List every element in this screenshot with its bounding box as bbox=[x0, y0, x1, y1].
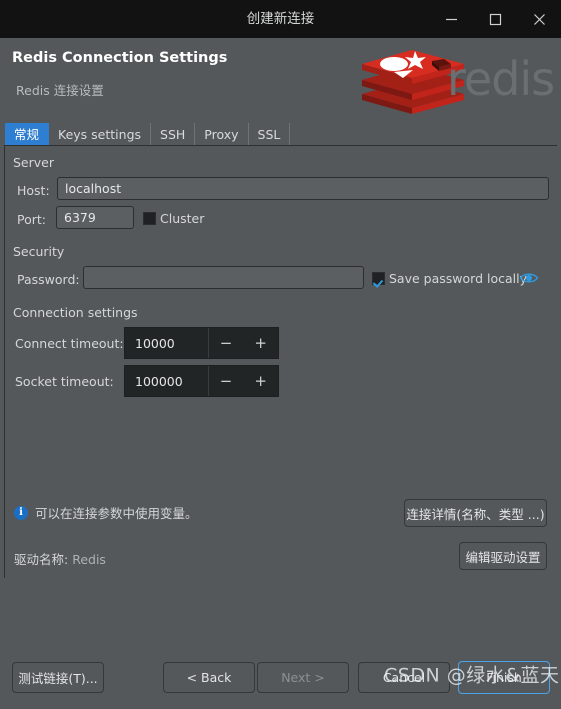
connect-timeout-spinner[interactable]: 10000 − + bbox=[124, 327, 279, 359]
port-input[interactable]: 6379 bbox=[56, 206, 134, 229]
driver-name-row: 驱动名称: Redis bbox=[14, 549, 106, 568]
connect-timeout-value[interactable]: 10000 bbox=[125, 336, 208, 351]
tab-bar: 常规 Keys settings SSH Proxy SSL bbox=[5, 122, 291, 146]
socket-timeout-spinner[interactable]: 100000 − + bbox=[124, 365, 279, 397]
connection-details-button[interactable]: 连接详情(名称、类型 ...) bbox=[404, 499, 547, 527]
driver-name-label: 驱动名称: bbox=[14, 552, 69, 567]
test-connection-button[interactable]: 测试链接(T)... bbox=[12, 662, 104, 693]
connect-timeout-decrement-button[interactable]: − bbox=[209, 328, 244, 358]
show-password-eye-icon[interactable] bbox=[519, 270, 539, 284]
cancel-button[interactable]: Cancel bbox=[358, 662, 450, 693]
cluster-checkbox[interactable] bbox=[143, 212, 156, 225]
create-connection-dialog: 创建新连接 Redis Connection Settings Redis 连接… bbox=[0, 0, 561, 709]
maximize-icon[interactable] bbox=[473, 0, 517, 38]
password-label: Password: bbox=[17, 272, 80, 287]
socket-timeout-decrement-button[interactable]: − bbox=[209, 366, 244, 396]
save-password-label: Save password locally bbox=[389, 271, 527, 286]
minimize-icon[interactable] bbox=[429, 0, 473, 38]
tab-general[interactable]: 常规 bbox=[5, 123, 50, 146]
title-bar: 创建新连接 bbox=[0, 0, 561, 38]
dialog-header: Redis Connection Settings Redis 连接设置 red… bbox=[0, 38, 561, 118]
info-icon: i bbox=[14, 505, 28, 520]
edit-driver-settings-button[interactable]: 编辑驱动设置 bbox=[459, 542, 547, 570]
driver-name-value: Redis bbox=[72, 552, 106, 567]
host-label: Host: bbox=[17, 183, 50, 198]
variables-hint: i 可以在连接参数中使用变量。 bbox=[14, 503, 198, 522]
save-password-checkbox-row[interactable]: Save password locally bbox=[372, 271, 527, 286]
variables-hint-text: 可以在连接参数中使用变量。 bbox=[35, 506, 198, 521]
group-label-server: Server bbox=[13, 155, 54, 170]
password-input[interactable] bbox=[83, 266, 364, 289]
next-button: Next > bbox=[257, 662, 349, 693]
group-label-security: Security bbox=[13, 244, 65, 259]
connect-timeout-label: Connect timeout: bbox=[15, 336, 124, 351]
socket-timeout-value[interactable]: 100000 bbox=[125, 374, 208, 389]
window-controls bbox=[429, 0, 561, 38]
tab-ssh[interactable]: SSH bbox=[151, 123, 196, 146]
page-subtitle: Redis 连接设置 bbox=[16, 83, 104, 98]
cluster-label: Cluster bbox=[160, 211, 205, 226]
close-icon[interactable] bbox=[517, 0, 561, 38]
host-input[interactable]: localhost bbox=[57, 177, 549, 200]
socket-timeout-label: Socket timeout: bbox=[15, 374, 114, 389]
connect-timeout-increment-button[interactable]: + bbox=[243, 328, 278, 358]
group-label-connection-settings: Connection settings bbox=[13, 305, 138, 320]
cluster-checkbox-row[interactable]: Cluster bbox=[143, 211, 204, 226]
finish-button[interactable]: Finish bbox=[458, 661, 550, 694]
redis-wordmark: redis bbox=[447, 52, 555, 106]
port-label: Port: bbox=[17, 212, 46, 227]
tab-ssl[interactable]: SSL bbox=[248, 123, 291, 146]
socket-timeout-increment-button[interactable]: + bbox=[243, 366, 278, 396]
tab-keys-settings[interactable]: Keys settings bbox=[49, 123, 152, 146]
tab-proxy[interactable]: Proxy bbox=[195, 123, 249, 146]
save-password-checkbox[interactable] bbox=[372, 272, 385, 285]
page-title: Redis Connection Settings bbox=[12, 50, 228, 66]
back-button[interactable]: < Back bbox=[163, 662, 255, 693]
